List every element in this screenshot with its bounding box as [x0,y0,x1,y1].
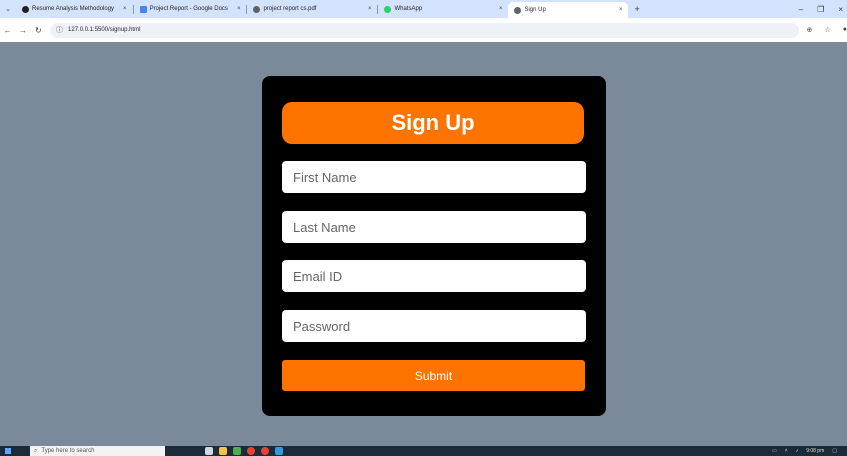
tab-close-icon[interactable]: × [237,6,241,12]
address-bar-row: ← → ↻ ⓘ 127.0.0.1:5500/signup.html ⊕ ☆ ● [0,18,847,42]
google-docs-icon [139,5,147,13]
tab-close-icon[interactable]: × [368,6,372,12]
tab-label: Sign Up [524,7,546,13]
tab-resume-analysis[interactable]: Resume Analysis Methodology × [16,0,133,18]
site-info-icon[interactable]: ⓘ [56,25,63,35]
first-name-input[interactable] [282,161,586,193]
system-tray: ▭ ˄ ♪ 9:08 pm ▢ [772,448,847,454]
notification-icon[interactable]: ▢ [832,448,837,454]
search-icon: ⌕ [34,447,38,454]
tab-close-icon[interactable]: × [499,6,503,12]
address-bar-actions: ⊕ ☆ ● [799,26,847,34]
new-tab-button[interactable]: + [628,4,645,14]
window-controls: – ❐ × [799,5,847,14]
tab-search-chevron-icon[interactable]: ⌄ [0,5,16,13]
taskbar-search-box[interactable]: ⌕ Type here to search [30,446,165,456]
tab-whatsapp[interactable]: WhatsApp × [378,0,508,18]
tab-label: project report cs.pdf [263,6,317,12]
restore-icon[interactable]: ❐ [817,5,824,14]
profile-avatar-icon[interactable]: ● [843,26,847,34]
submit-button[interactable]: Submit [282,360,585,391]
task-view-icon[interactable] [205,447,213,455]
tab-close-icon[interactable]: × [123,6,127,12]
windows-start-icon[interactable] [0,446,16,456]
bookmark-star-icon[interactable]: ☆ [824,26,830,34]
close-window-icon[interactable]: × [838,5,843,14]
signup-card: Sign Up Submit [262,76,606,416]
last-name-input[interactable] [282,211,586,243]
clock-text[interactable]: 9:08 pm [806,448,824,454]
email-input[interactable] [282,260,586,292]
vscode-icon[interactable] [275,447,283,455]
url-text: 127.0.0.1:5500/signup.html [68,27,141,33]
taskbar-search-text: Type here to search [41,448,95,454]
whatsapp-icon [384,5,392,13]
chrome-icon[interactable] [247,447,255,455]
tab-sign-up[interactable]: Sign Up × [508,2,629,18]
globe-icon [514,6,522,14]
tab-favicon-icon [22,5,29,13]
chrome-profile-icon[interactable] [261,447,269,455]
tab-project-report-docs[interactable]: Project Report - Google Docs × [134,0,247,18]
store-icon[interactable] [233,447,241,455]
globe-icon [253,5,261,13]
minimize-icon[interactable]: – [799,5,803,14]
password-input[interactable] [282,310,586,342]
tray-keyboard-icon[interactable]: ▭ [772,448,777,454]
file-explorer-icon[interactable] [219,447,227,455]
zoom-icon[interactable]: ⊕ [807,26,813,34]
tab-project-report-pdf[interactable]: project report cs.pdf × [247,0,377,18]
windows-taskbar: ⌕ Type here to search ▭ ˄ ♪ 9:08 pm ▢ [0,446,847,456]
tab-label: WhatsApp [394,6,423,12]
tray-volume-icon[interactable]: ♪ [796,448,799,454]
taskbar-app-icons [205,447,283,455]
browser-tab-strip: ⌄ Resume Analysis Methodology × Project … [0,0,847,18]
reload-icon[interactable]: ↻ [31,26,46,35]
back-icon[interactable]: ← [0,26,15,35]
tab-close-icon[interactable]: × [619,7,623,13]
forward-icon[interactable]: → [15,26,30,35]
tab-label: Project Report - Google Docs [149,6,228,12]
tab-label: Resume Analysis Methodology [32,6,115,12]
tray-chevron-icon[interactable]: ˄ [785,448,788,454]
url-field[interactable]: ⓘ 127.0.0.1:5500/signup.html [50,22,799,38]
signup-title: Sign Up [282,102,584,144]
